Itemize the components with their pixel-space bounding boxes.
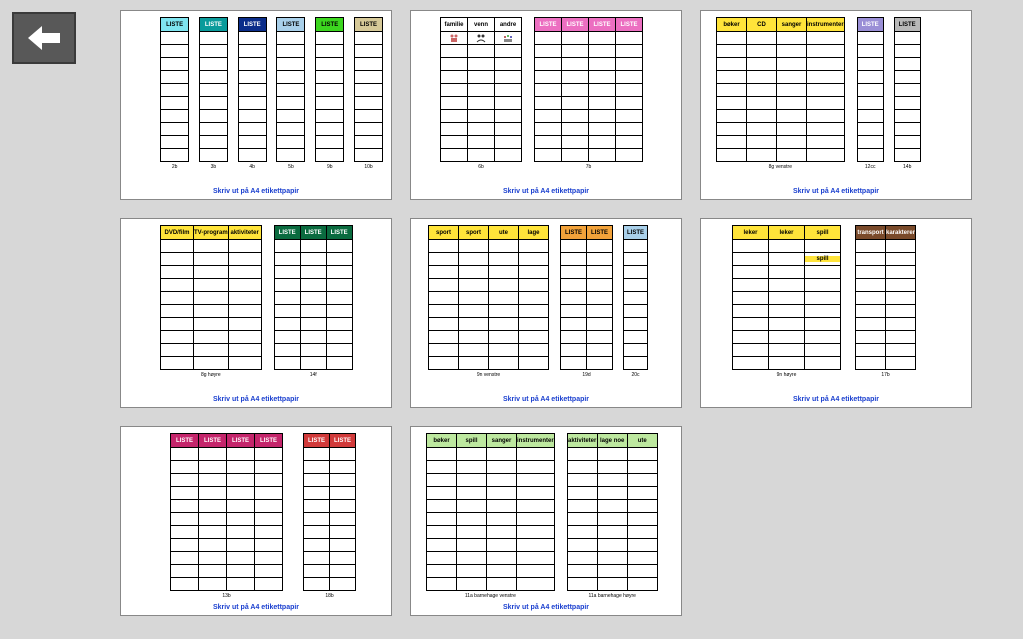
page-label: 7b bbox=[586, 164, 592, 170]
page-thumb-5[interactable]: sportsportutelage 9n venstre LISTELISTE 19d… bbox=[410, 218, 682, 408]
list-table: LISTE bbox=[894, 17, 921, 162]
list-table: LISTELISTELISTELISTE bbox=[170, 433, 283, 591]
list-table: aktiviteterlage noeute bbox=[567, 433, 658, 591]
page-label: 3b bbox=[211, 164, 217, 170]
page-label: 11a barnehage venstre bbox=[465, 593, 516, 599]
arrow-left-icon bbox=[26, 24, 62, 52]
page-thumb-4[interactable]: DVD/filmTV-programaktiviteter 8g høyre LIS… bbox=[120, 218, 392, 408]
print-link[interactable]: Skriv ut på A4 etikettpapir bbox=[709, 396, 963, 403]
page-label: 9n venstre bbox=[477, 372, 500, 378]
print-link[interactable]: Skriv ut på A4 etikettpapir bbox=[419, 188, 673, 195]
page-thumb-3[interactable]: bøkerCDsangerinstrumenter 8g venstre LISTE… bbox=[700, 10, 972, 200]
page-thumb-8[interactable]: bøkerspillsangerinstrumenter 11a barnehag… bbox=[410, 426, 682, 616]
list-table: LISTE bbox=[238, 17, 267, 162]
list-table: LISTELISTELISTE bbox=[274, 225, 353, 370]
page-label: 14b bbox=[903, 164, 911, 170]
page-thumb-6[interactable]: lekerlekerspillspill 9n høyre transportkar… bbox=[700, 218, 972, 408]
list-table: LISTELISTE bbox=[560, 225, 613, 370]
page-label: 9n høyre bbox=[777, 372, 797, 378]
list-table: LISTE bbox=[623, 225, 648, 370]
list-table: LISTE bbox=[160, 17, 189, 162]
list-table: LISTE bbox=[276, 17, 305, 162]
page-thumb-1[interactable]: LISTE 2b LISTE 3b LISTE 4b LISTE 5b LISTE 9b LISTE… bbox=[120, 10, 392, 200]
page-label: 8g venstre bbox=[769, 164, 792, 170]
page-label: 8g høyre bbox=[201, 372, 221, 378]
page-thumb-7[interactable]: LISTELISTELISTELISTE 13b LISTELISTE 18b Skr… bbox=[120, 426, 392, 616]
print-link[interactable]: Skriv ut på A4 etikettpapir bbox=[419, 396, 673, 403]
page-label: 20c bbox=[631, 372, 639, 378]
list-table: DVD/filmTV-programaktiviteter bbox=[160, 225, 262, 370]
page-thumb-2[interactable]: familievennandre 6b LISTELISTELISTELISTE 7b… bbox=[410, 10, 682, 200]
list-table: lekerlekerspillspill bbox=[732, 225, 841, 370]
page-label: 5b bbox=[288, 164, 294, 170]
print-link[interactable]: Skriv ut på A4 etikettpapir bbox=[129, 604, 383, 611]
page-label: 13b bbox=[222, 593, 230, 599]
print-link[interactable]: Skriv ut på A4 etikettpapir bbox=[129, 396, 383, 403]
list-table: bøkerCDsangerinstrumenter bbox=[716, 17, 845, 162]
page-label: 4b bbox=[249, 164, 255, 170]
page-label: 12cc bbox=[865, 164, 876, 170]
list-table: bøkerspillsangerinstrumenter bbox=[426, 433, 555, 591]
page-label: 2b bbox=[172, 164, 178, 170]
back-button[interactable] bbox=[12, 12, 76, 64]
page-label: 18b bbox=[325, 593, 333, 599]
list-table: LISTELISTE bbox=[303, 433, 356, 591]
list-table: LISTE bbox=[315, 17, 344, 162]
page-label: 11a barnehage høyre bbox=[588, 593, 635, 599]
print-link[interactable]: Skriv ut på A4 etikettpapir bbox=[129, 188, 383, 195]
page-label: 17b bbox=[881, 372, 889, 378]
list-table: LISTELISTELISTELISTE bbox=[534, 17, 643, 162]
print-link[interactable]: Skriv ut på A4 etikettpapir bbox=[419, 604, 673, 611]
list-table: sportsportutelage bbox=[428, 225, 549, 370]
page-grid: LISTE 2b LISTE 3b LISTE 4b LISTE 5b LISTE 9b LISTE… bbox=[120, 10, 1013, 616]
print-link[interactable]: Skriv ut på A4 etikettpapir bbox=[709, 188, 963, 195]
page-label: 6b bbox=[478, 164, 484, 170]
list-table: familievennandre bbox=[440, 17, 522, 162]
page-label: 10b bbox=[364, 164, 372, 170]
list-table: LISTE bbox=[199, 17, 228, 162]
list-table: transportkarakterer bbox=[855, 225, 916, 370]
page-label: 14f bbox=[310, 372, 317, 378]
page-label: 9b bbox=[327, 164, 333, 170]
list-table: LISTE bbox=[857, 17, 884, 162]
page-label: 19d bbox=[582, 372, 590, 378]
list-table: LISTE bbox=[354, 17, 383, 162]
